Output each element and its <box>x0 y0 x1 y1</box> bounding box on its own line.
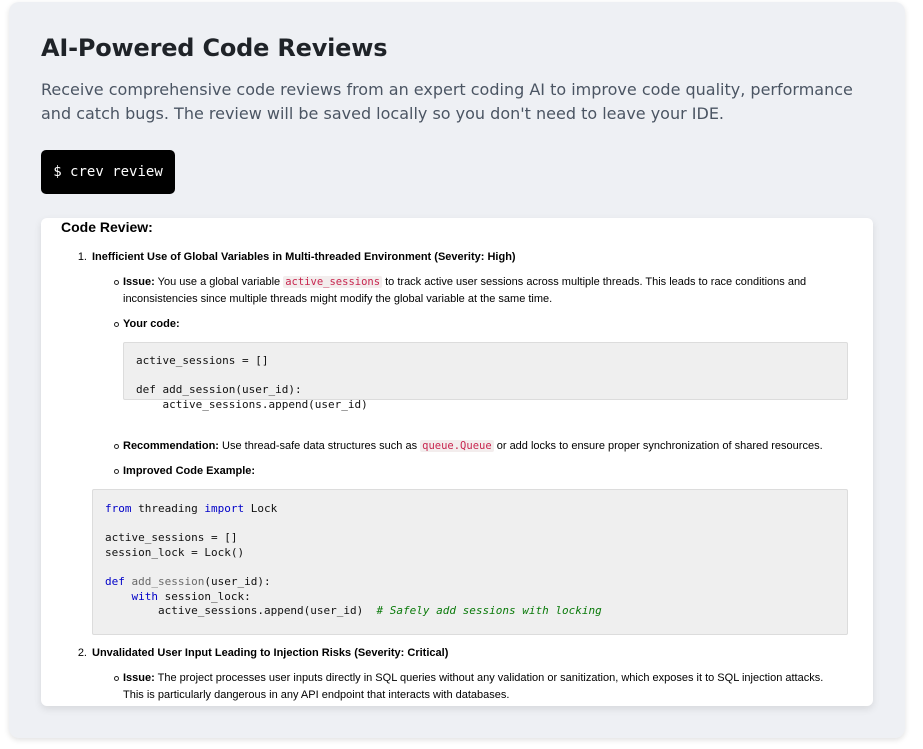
item-title: Unvalidated User Input Leading to Inject… <box>92 645 448 662</box>
issue-text-part: This is particularly dangerous in any AP… <box>123 689 510 701</box>
your-code-label: Your code: <box>123 316 180 333</box>
item-number: 1. <box>77 251 87 263</box>
bullet-icon <box>114 676 119 681</box>
code-text: session_lock: <box>158 589 251 603</box>
item-title-text: Inefficient Use of Global Variables in M… <box>92 251 516 263</box>
your-code-block: active_sessions = [] def add_session(use… <box>123 342 848 411</box>
code-keyword: def <box>105 574 125 588</box>
issue-text-part: You use a global variable <box>154 276 284 288</box>
code-text: (user_id): <box>204 574 271 588</box>
code-comment: # Safely add sessions with locking <box>376 604 602 618</box>
recommendation-label: Recommendation: <box>123 440 219 452</box>
issue-label: Issue: <box>123 672 155 684</box>
code-keyword: import <box>204 502 245 515</box>
bullet-icon <box>114 444 119 449</box>
code-keyword: with <box>131 589 159 603</box>
inline-code: queue.Queue <box>420 440 494 452</box>
issue-text: Issue: The project processes user inputs… <box>123 670 868 704</box>
issue-text-part: inconsistencies since multiple threads m… <box>123 293 553 305</box>
page-title: AI-Powered Code Reviews <box>41 34 388 62</box>
code-text: active_sessions = [] <box>105 531 238 545</box>
code-text: Lock <box>244 502 278 515</box>
code-text: threading <box>131 502 205 515</box>
item-title: Inefficient Use of Global Variables in M… <box>92 249 516 266</box>
bullet-icon <box>114 469 119 474</box>
bullet-icon <box>114 322 119 327</box>
code-review-card: AI-Powered Code Reviews Receive comprehe… <box>9 2 905 738</box>
review-panel: Code Review: 1. Inefficient Use of Globa… <box>41 218 873 706</box>
issue-text: Issue: You use a global variable active_… <box>123 274 863 308</box>
review-heading: Code Review: <box>61 219 153 235</box>
issue-text-part: The project processes user inputs direct… <box>154 672 824 684</box>
bullet-icon <box>114 280 119 285</box>
recommendation-text-part: or add locks to ensure proper synchroniz… <box>493 440 823 452</box>
code-keyword: from <box>105 502 132 515</box>
recommendation-text-part: Use thread-safe data structures such as <box>218 440 421 452</box>
improved-code-label-text: Improved Code Example: <box>123 465 256 477</box>
improved-code-block: from threading import Lock active_sessio… <box>92 489 848 635</box>
code-text: session_lock = Lock() <box>105 545 245 559</box>
issue-text-part: to track active user sessions across mul… <box>382 276 807 288</box>
item-number: 2. <box>77 647 87 659</box>
your-code-label-text: Your code: <box>123 318 180 330</box>
command-snippet: $ crev review <box>41 150 175 194</box>
code-text: active_sessions.append(user_id) <box>157 604 364 618</box>
inline-code: active_sessions <box>283 276 383 288</box>
code-function: add_session <box>131 574 205 588</box>
issue-label: Issue: <box>123 276 155 288</box>
recommendation-text: Recommendation: Use thread-safe data str… <box>123 438 863 455</box>
page-description: Receive comprehensive code reviews from … <box>41 80 853 123</box>
item-title-text: Unvalidated User Input Leading to Inject… <box>92 647 449 659</box>
improved-code-label: Improved Code Example: <box>123 463 255 480</box>
